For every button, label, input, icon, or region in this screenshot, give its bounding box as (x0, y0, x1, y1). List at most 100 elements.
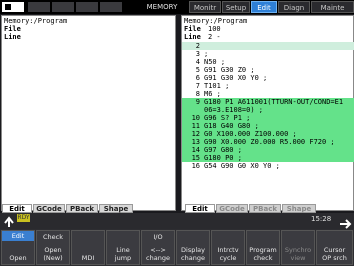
line-text: G180 P0 ; (204, 154, 242, 162)
line-number: 11 (191, 122, 200, 130)
program-line[interactable]: 4 N50 ; (182, 58, 354, 66)
left-tab-pback[interactable]: PBack (66, 204, 98, 213)
line-text: G90 X0.000 Z0.000 R5.000 F720 ; (204, 138, 335, 146)
line-text: G91 G30 X0 Y0 ; (204, 74, 268, 82)
softkey-top-label: I/O (153, 233, 163, 241)
line-text: G96 S? P1 ; (204, 114, 251, 122)
line-text: G180 P1 A611001(TTURN-OUT/COND=E1 (204, 98, 344, 106)
top-bar: MEMORY Monitr Setup Edit Diagn Mainte (0, 0, 354, 14)
right-line-label: Line (184, 33, 201, 41)
right-tab-shape[interactable]: Shape (282, 204, 316, 213)
back-arrow-icon[interactable] (2, 214, 16, 228)
softkey-label: Intrctv cycle (217, 246, 239, 262)
right-editor-pane[interactable]: Memory:/Program File 100 Line 2 - 2 3; 4 N5… (181, 15, 354, 211)
softkey-label: Line jump (114, 246, 132, 262)
right-file-value: 100 (208, 25, 221, 33)
clock: 15:28 (311, 215, 332, 223)
softkey-label: <--> change (146, 246, 170, 262)
nc-logo-icon (2, 2, 24, 12)
left-line-label: Line (4, 33, 21, 41)
line-text: N50 ; (204, 58, 226, 66)
softkey-5[interactable]: I/O <--> change (141, 230, 175, 265)
softkey-1[interactable]: Edit Open (1, 230, 35, 265)
softkey-top-label: Check (43, 233, 63, 241)
line-number: 9 (195, 98, 200, 106)
softkey-3[interactable]: MDI (71, 230, 105, 265)
program-line[interactable]: 2 (182, 42, 354, 50)
tab-monitr[interactable]: Monitr (189, 1, 221, 13)
line-number: 13 (191, 138, 200, 146)
right-path: Memory:/Program (184, 17, 248, 25)
status-slot (28, 2, 50, 12)
line-number: 3 (195, 50, 200, 58)
program-line[interactable]: 8 M6 ; (182, 90, 354, 98)
status-strip (0, 213, 354, 229)
status-slot (52, 2, 74, 12)
right-file-label: File (184, 25, 201, 33)
program-line[interactable]: 13 G90 X0.000 Z0.000 R5.000 F720 ; (182, 138, 354, 146)
program-line[interactable]: 15 G180 P0 ; (182, 154, 354, 162)
left-tab-shape[interactable]: Shape (99, 204, 133, 213)
program-line[interactable]: 3; (182, 50, 354, 58)
left-tab-edit[interactable]: Edit (2, 204, 32, 213)
program-line[interactable]: 7 T101 ; (182, 82, 354, 90)
forward-arrow-icon[interactable] (339, 219, 352, 229)
line-number: 7 (195, 82, 200, 90)
line-number: 14 (191, 146, 200, 154)
softkey-4[interactable]: Line jump (106, 230, 140, 265)
line-text: G0 X100.000 Z100.000 ; (204, 130, 297, 138)
line-text: T101 ; (204, 82, 230, 90)
softkey-label: Display change (181, 246, 205, 262)
softkey-8[interactable]: Program check (246, 230, 280, 265)
program-line[interactable]: 9 G180 P1 A611001(TTURN-OUT/COND=E1 (182, 98, 354, 106)
left-file-label: File (4, 25, 21, 33)
line-number: 8 (195, 90, 200, 98)
softkey-2[interactable]: Check Open (New) (36, 230, 70, 265)
program-line[interactable]: 12 G0 X100.000 Z100.000 ; (182, 130, 354, 138)
softkey-label: Synchro view (284, 246, 312, 262)
line-number: 16 (191, 162, 200, 170)
tab-edit[interactable]: Edit (251, 1, 277, 13)
softkey-7[interactable]: Intrctv cycle (211, 230, 245, 265)
program-line[interactable]: 14 G97 G80 ; (182, 146, 354, 154)
line-number: 2 (195, 42, 200, 50)
softkey-label: MDI (81, 254, 95, 262)
program-line[interactable]: 10 G96 S? P1 ; (182, 114, 354, 122)
program-line[interactable]: 06=3.E108=0) ; (182, 106, 354, 114)
softkey-top-label: Edit (2, 231, 34, 241)
status-slot (100, 2, 122, 12)
line-text: G54 G90 G0 X0 Y0 ; (204, 162, 280, 170)
softkey-6[interactable]: Display change (176, 230, 210, 265)
right-line-value: 2 - (208, 33, 221, 41)
right-tab-gcode[interactable]: GCode (216, 204, 248, 213)
softkey-label: Program check (249, 246, 277, 262)
line-text: G97 G80 ; (204, 146, 242, 154)
right-tab-edit[interactable]: Edit (185, 204, 215, 213)
tab-setup[interactable]: Setup (222, 1, 250, 13)
ready-indicator: RDY (17, 214, 30, 222)
line-text: G18 G40 G80 ; (204, 122, 259, 130)
tab-mainte[interactable]: Mainte (311, 1, 354, 13)
right-tab-pback[interactable]: PBack (249, 204, 281, 213)
tab-diagn[interactable]: Diagn (278, 1, 310, 13)
program-line[interactable]: 5 G91 G30 Z0 ; (182, 66, 354, 74)
softkey-label: Cursor OP srch (322, 246, 347, 262)
line-text: ; (204, 50, 209, 58)
status-slot (76, 2, 98, 12)
softkey-9[interactable]: Synchro view (281, 230, 315, 265)
softkey-10[interactable]: Cursor OP srch (316, 230, 353, 265)
line-number: 12 (191, 130, 200, 138)
left-tab-gcode[interactable]: GCode (33, 204, 65, 213)
program-line[interactable]: 6 G91 G30 X0 Y0 ; (182, 74, 354, 82)
line-text: G91 G30 Z0 ; (204, 66, 255, 74)
left-editor-pane[interactable]: Memory:/Program File Line (1, 15, 176, 211)
softkey-label: Open (New) (43, 246, 63, 262)
left-path: Memory:/Program (4, 17, 68, 25)
line-number: 5 (195, 66, 200, 74)
line-text: 06=3.E108=0) ; (204, 106, 264, 114)
line-number: 10 (191, 114, 200, 122)
program-line[interactable]: 16 G54 G90 G0 X0 Y0 ; (182, 162, 354, 170)
program-line[interactable]: 11 G18 G40 G80 ; (182, 122, 354, 130)
softkey-label: Open (9, 254, 27, 262)
line-number: 6 (195, 74, 200, 82)
